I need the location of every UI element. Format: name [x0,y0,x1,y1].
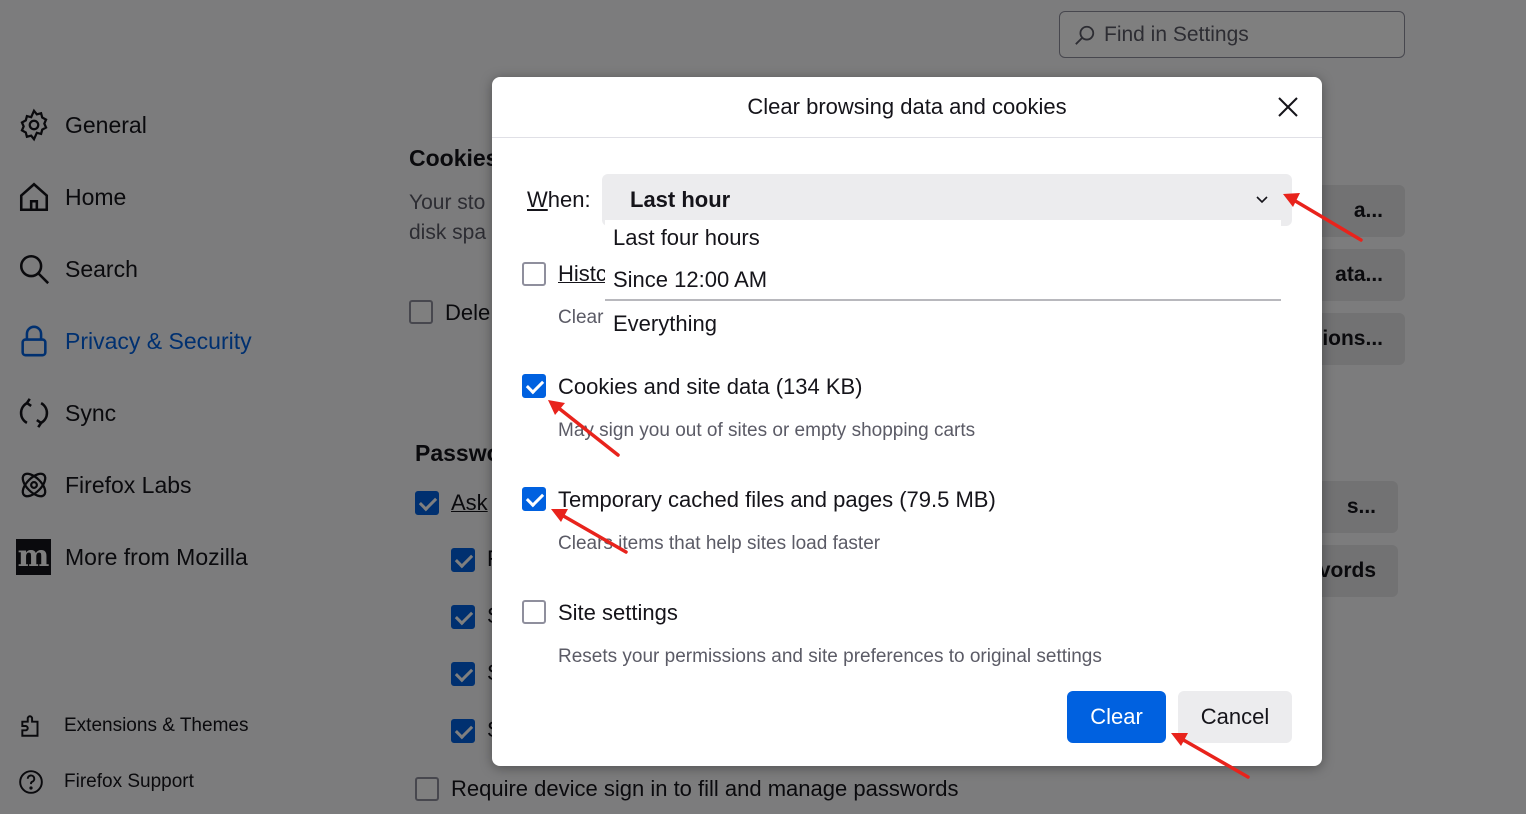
clear-button[interactable]: Clear [1067,691,1166,743]
clear-data-dialog: Clear browsing data and cookies When: La… [492,77,1322,766]
option-since-midnight[interactable]: Since 12:00 AM [613,267,767,293]
cookies-label: Cookies and site data (134 KB) [558,374,863,399]
history-checkbox[interactable] [522,262,546,286]
time-range-dropdown: Last four hours Since 12:00 AM Everythin… [605,220,1281,345]
option-last-four-hours[interactable]: Last four hours [613,225,760,251]
site-settings-label: Site settings [558,600,678,625]
selected-time-range: Last hour [630,187,731,212]
history-desc: Clear: [558,307,609,328]
when-label-text: hen: [547,187,591,212]
site-settings-checkbox[interactable] [522,600,546,624]
when-label: When: [527,187,591,213]
close-icon [1278,97,1298,117]
cache-checkbox[interactable] [522,487,546,511]
cache-desc: Clears items that help sites load faster [558,533,881,554]
cookies-checkbox[interactable] [522,374,546,398]
dropdown-separator [605,299,1281,301]
time-range-select[interactable]: Last hour [602,174,1292,226]
dialog-title: Clear browsing data and cookies [747,94,1067,119]
option-everything[interactable]: Everything [613,311,717,337]
dialog-header: Clear browsing data and cookies [492,77,1322,138]
cookies-desc: May sign you out of sites or empty shopp… [558,420,976,441]
history-label: Histc [558,261,607,286]
site-settings-desc: Resets your permissions and site prefere… [558,646,1102,667]
when-access-key: W [527,187,548,212]
cancel-button[interactable]: Cancel [1178,691,1292,743]
close-button[interactable] [1274,93,1302,121]
chevron-down-icon [1256,196,1268,204]
cache-label: Temporary cached files and pages (79.5 M… [558,487,996,512]
